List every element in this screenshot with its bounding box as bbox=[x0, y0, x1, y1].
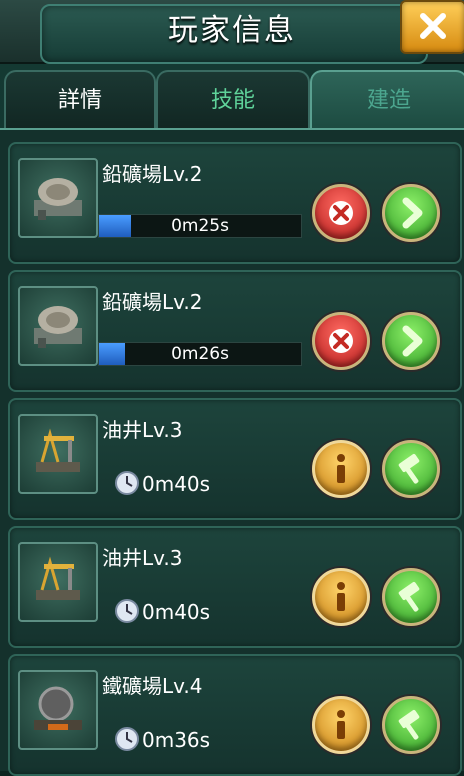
build-button[interactable] bbox=[382, 696, 440, 754]
info-icon bbox=[337, 710, 345, 739]
building-name: 鐵礦場Lv.4 bbox=[102, 674, 203, 698]
cancel-icon bbox=[329, 201, 353, 225]
remaining-time: 0m25s bbox=[171, 216, 229, 236]
cancel-icon bbox=[329, 329, 353, 353]
build-time: 0m40s bbox=[142, 472, 211, 496]
mine-machine-icon bbox=[18, 286, 98, 366]
tab-bar: 詳情 技能 建造 bbox=[0, 64, 464, 130]
iron-mine-icon bbox=[18, 670, 98, 750]
speed-up-icon bbox=[402, 197, 423, 229]
oil-well-icon bbox=[18, 414, 98, 494]
progress-bar: 0m25s bbox=[98, 214, 302, 238]
speed-up-button[interactable] bbox=[382, 184, 440, 242]
build-hammer-icon bbox=[398, 709, 420, 740]
build-hammer-icon bbox=[398, 453, 420, 484]
info-button[interactable] bbox=[312, 440, 370, 498]
build-time: 0m36s bbox=[142, 728, 211, 752]
info-button[interactable] bbox=[312, 696, 370, 754]
close-icon bbox=[420, 13, 446, 39]
player-info-panel: 玩家信息 詳情 技能 建造 鉛礦場Lv.2 0m25s 鉛礦場Lv.2 0m26… bbox=[0, 0, 464, 776]
progress-bar: 0m26s bbox=[98, 342, 302, 366]
building-name: 油井Lv.3 bbox=[102, 546, 183, 570]
info-icon bbox=[337, 454, 345, 483]
building-card: 鐵礦場Lv.4 0m36s bbox=[8, 654, 462, 776]
info-button[interactable] bbox=[312, 568, 370, 626]
building-card: 鉛礦場Lv.2 0m26s bbox=[8, 270, 462, 392]
speed-up-button[interactable] bbox=[382, 312, 440, 370]
tab-details[interactable]: 詳情 bbox=[4, 70, 156, 130]
building-card: 鉛礦場Lv.2 0m25s bbox=[8, 142, 462, 264]
mine-machine-icon bbox=[18, 158, 98, 238]
speed-up-icon bbox=[402, 325, 423, 357]
building-name: 鉛礦場Lv.2 bbox=[102, 162, 203, 186]
oil-well-icon bbox=[18, 542, 98, 622]
build-queue-list: 鉛礦場Lv.2 0m25s 鉛礦場Lv.2 0m26s 油井Lv.3 0m40s… bbox=[0, 128, 464, 776]
close-button[interactable] bbox=[400, 0, 464, 54]
clock-icon bbox=[115, 471, 139, 495]
building-card: 油井Lv.3 0m40s bbox=[8, 398, 462, 520]
building-card: 油井Lv.3 0m40s bbox=[8, 526, 462, 648]
clock-icon bbox=[115, 727, 139, 751]
cancel-button[interactable] bbox=[312, 184, 370, 242]
header-bar: 玩家信息 bbox=[0, 0, 464, 64]
building-name: 油井Lv.3 bbox=[102, 418, 183, 442]
build-time: 0m40s bbox=[142, 600, 211, 624]
cancel-button[interactable] bbox=[312, 312, 370, 370]
page-title: 玩家信息 bbox=[168, 13, 296, 48]
build-button[interactable] bbox=[382, 440, 440, 498]
clock-icon bbox=[115, 599, 139, 623]
tab-build[interactable]: 建造 bbox=[310, 70, 464, 130]
building-name: 鉛礦場Lv.2 bbox=[102, 290, 203, 314]
build-button[interactable] bbox=[382, 568, 440, 626]
info-icon bbox=[337, 582, 345, 611]
remaining-time: 0m26s bbox=[171, 344, 229, 364]
build-hammer-icon bbox=[398, 581, 420, 612]
tab-skills[interactable]: 技能 bbox=[156, 70, 310, 130]
